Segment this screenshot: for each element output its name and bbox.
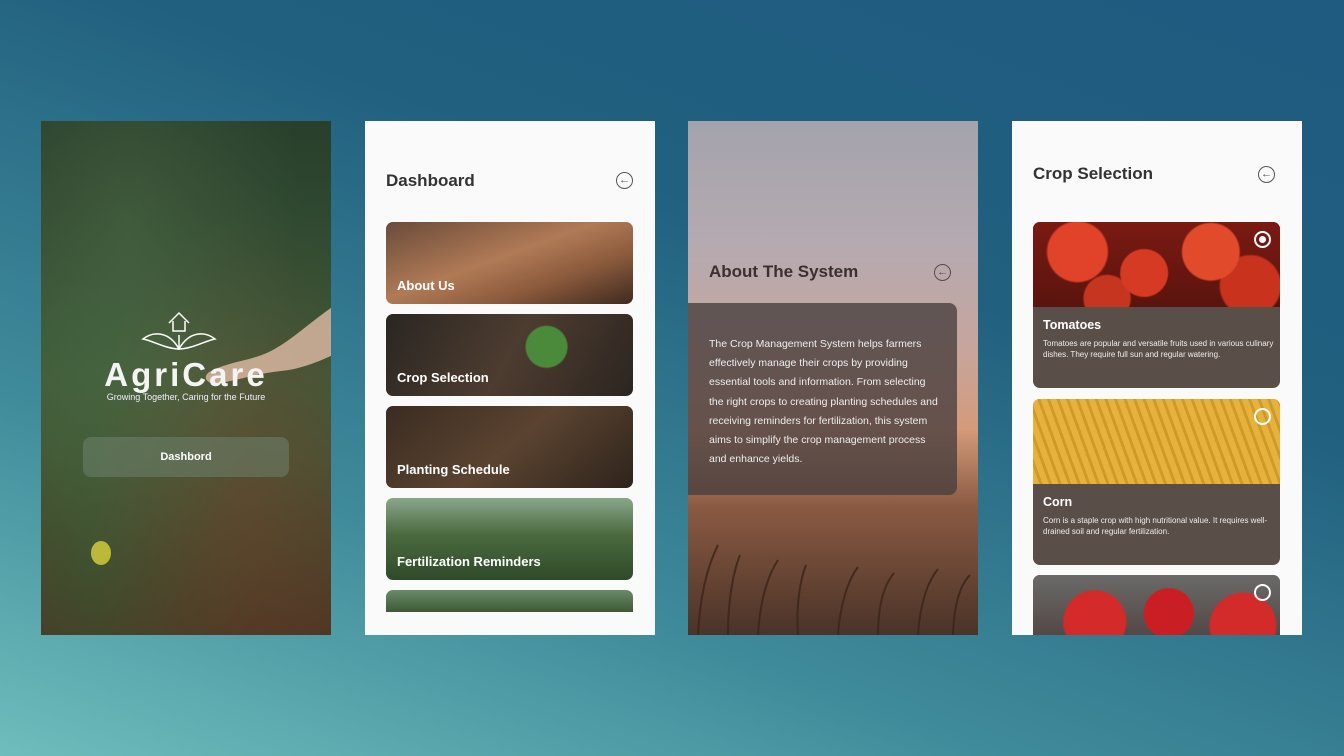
leaf-house-logo-icon [141, 311, 217, 350]
menu-item-label: Crop Selection [397, 370, 489, 385]
radio-unselected-icon[interactable] [1254, 584, 1271, 601]
page-title: Crop Selection [1033, 164, 1153, 183]
page-title: Dashboard [386, 171, 475, 190]
radio-selected-icon[interactable] [1254, 231, 1271, 248]
back-arrow-icon[interactable]: ← [616, 172, 633, 189]
about-screen: About The System ← The Crop Management S… [688, 121, 978, 635]
dashboard-button[interactable]: Dashbord [83, 437, 289, 477]
back-arrow-icon[interactable]: ← [934, 264, 951, 281]
wheat-field-image [697, 544, 971, 635]
tagline: Growing Together, Caring for the Future [106, 392, 266, 402]
crop-name: Corn [1043, 495, 1073, 509]
about-panel: The Crop Management System helps farmers… [688, 303, 957, 495]
crop-description: Tomatoes are popular and versatile fruit… [1043, 339, 1274, 359]
splash-screen: AgriCare Growing Together, Caring for th… [41, 121, 331, 635]
crop-card-tomatoes[interactable]: Tomatoes Tomatoes are popular and versat… [1033, 222, 1280, 388]
menu-item-label: Fertilization Reminders [397, 554, 541, 569]
corn-image [1033, 399, 1280, 484]
strawberries-image [1033, 575, 1280, 635]
crop-card-strawberries[interactable] [1033, 575, 1280, 635]
menu-item-fertilization-reminders[interactable]: Fertilization Reminders [386, 498, 633, 580]
crop-name: Tomatoes [1043, 318, 1102, 332]
menu-item-planting-schedule[interactable]: Planting Schedule [386, 406, 633, 488]
brand-name: AgriCare [104, 356, 268, 393]
menu-item-partial[interactable] [386, 590, 633, 612]
menu-item-about-us[interactable]: About Us [386, 222, 633, 304]
back-arrow-icon[interactable]: ← [1258, 166, 1275, 183]
crop-card-corn[interactable]: Corn Corn is a staple crop with high nut… [1033, 399, 1280, 565]
dashboard-screen: Dashboard ← About Us Crop Selection Plan… [365, 121, 655, 635]
menu-item-crop-selection[interactable]: Crop Selection [386, 314, 633, 396]
menu-item-label: Planting Schedule [397, 462, 510, 477]
tomatoes-image [1033, 222, 1280, 307]
crop-description: Corn is a staple crop with high nutritio… [1043, 516, 1268, 536]
page-title: About The System [709, 262, 859, 281]
about-body: The Crop Management System helps farmers… [709, 338, 938, 466]
crop-selection-screen: Crop Selection ← Tomatoes Tomatoes are p… [1012, 121, 1302, 635]
menu-item-label: About Us [397, 278, 455, 293]
sprout-image [91, 541, 111, 565]
radio-unselected-icon[interactable] [1254, 408, 1271, 425]
